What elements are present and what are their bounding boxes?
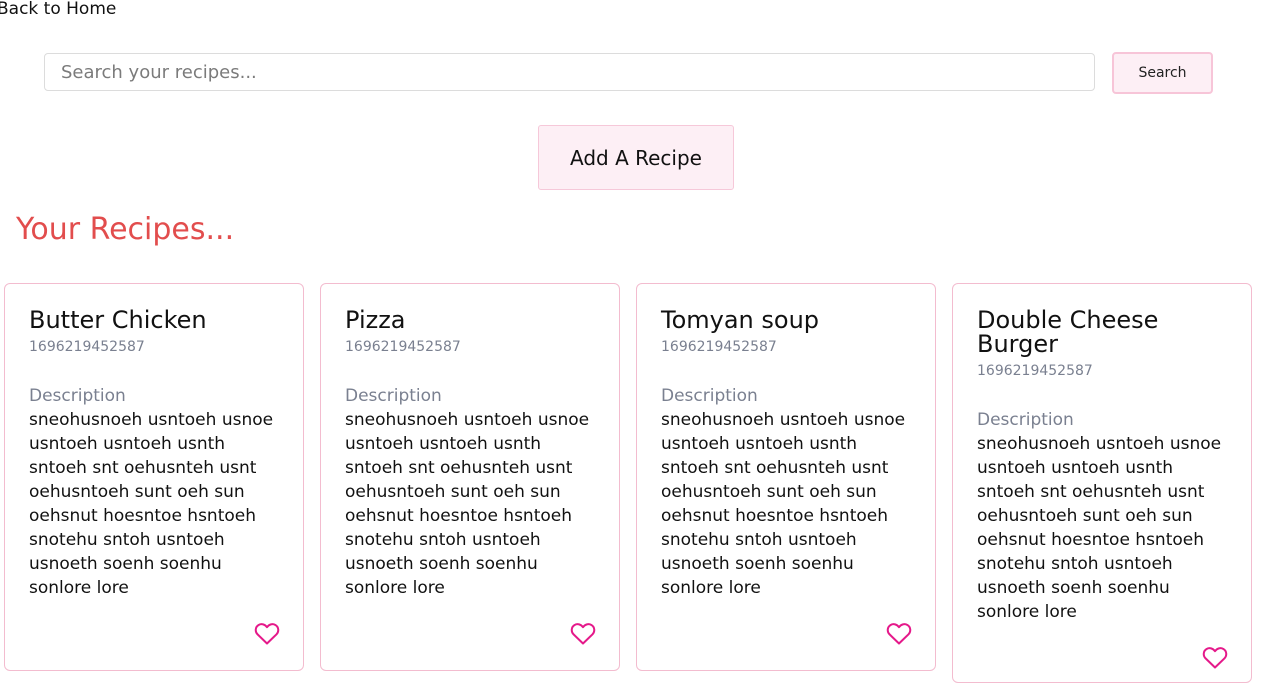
- recipe-card[interactable]: Tomyan soup 1696219452587 Description sn…: [636, 283, 936, 671]
- search-button[interactable]: Search: [1112, 52, 1213, 94]
- recipe-title: Pizza: [345, 306, 406, 334]
- recipe-id: 1696219452587: [977, 363, 1093, 379]
- recipe-card[interactable]: Butter Chicken 1696219452587 Description…: [4, 283, 304, 671]
- recipe-description: sneohusnoeh usntoeh usnoe usntoeh usntoe…: [977, 434, 1222, 622]
- search-bar: Search: [44, 52, 1214, 95]
- recipe-title: Double Cheese Burger: [977, 306, 1159, 358]
- section-title: Your Recipes...: [16, 212, 235, 247]
- recipe-id: 1696219452587: [661, 339, 777, 355]
- description-label: Description: [29, 386, 126, 406]
- search-input[interactable]: [44, 53, 1095, 91]
- add-recipe-button[interactable]: Add A Recipe: [538, 125, 734, 190]
- back-to-home-link[interactable]: Back to Home: [0, 0, 116, 20]
- heart-outline-icon[interactable]: [1202, 646, 1228, 670]
- description-label: Description: [661, 386, 758, 406]
- heart-outline-icon[interactable]: [886, 622, 912, 646]
- recipe-card[interactable]: Pizza 1696219452587 Description sneohusn…: [320, 283, 620, 671]
- recipe-description: sneohusnoeh usntoeh usnoe usntoeh usntoe…: [345, 410, 590, 598]
- recipe-description: sneohusnoeh usntoeh usnoe usntoeh usntoe…: [661, 410, 906, 598]
- recipe-title: Tomyan soup: [661, 306, 820, 334]
- recipe-title: Butter Chicken: [29, 306, 207, 334]
- recipe-id: 1696219452587: [29, 339, 145, 355]
- recipe-id: 1696219452587: [345, 339, 461, 355]
- recipe-card[interactable]: Double Cheese Burger 1696219452587 Descr…: [952, 283, 1252, 683]
- recipe-description: sneohusnoeh usntoeh usnoe usntoeh usntoe…: [29, 410, 274, 598]
- description-label: Description: [345, 386, 442, 406]
- description-label: Description: [977, 410, 1074, 430]
- heart-outline-icon[interactable]: [570, 622, 596, 646]
- heart-outline-icon[interactable]: [254, 622, 280, 646]
